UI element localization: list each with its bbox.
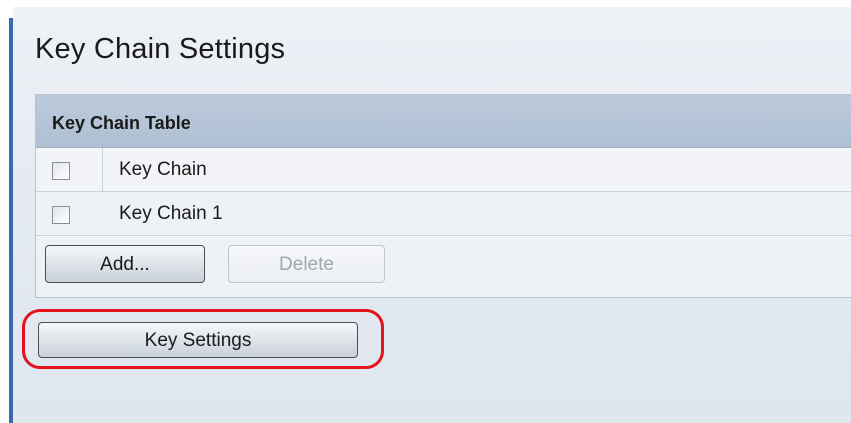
- content-panel: Key Chain Settings Key Chain Table Key C…: [13, 7, 851, 423]
- key-settings-highlight: Key Settings: [22, 309, 384, 369]
- key-chain-name: Key Chain 1: [119, 203, 223, 224]
- key-chain-table: Key Chain Table Key Chain Key Chain 1 Ad…: [35, 94, 851, 298]
- key-chain-name: Key Chain: [119, 159, 207, 180]
- row-checkbox[interactable]: [52, 162, 70, 180]
- table-header: Key Chain Table: [36, 95, 851, 148]
- add-button[interactable]: Add...: [45, 245, 205, 283]
- table-row[interactable]: Key Chain: [36, 148, 851, 192]
- table-caption: Key Chain Table: [52, 113, 191, 133]
- table-row[interactable]: Key Chain 1: [36, 192, 851, 236]
- page-title: Key Chain Settings: [35, 33, 286, 65]
- column-divider: [102, 148, 103, 192]
- table-actions: Add... Delete: [36, 236, 851, 297]
- delete-button[interactable]: Delete: [228, 245, 385, 283]
- key-settings-button[interactable]: Key Settings: [38, 322, 358, 358]
- row-checkbox[interactable]: [52, 206, 70, 224]
